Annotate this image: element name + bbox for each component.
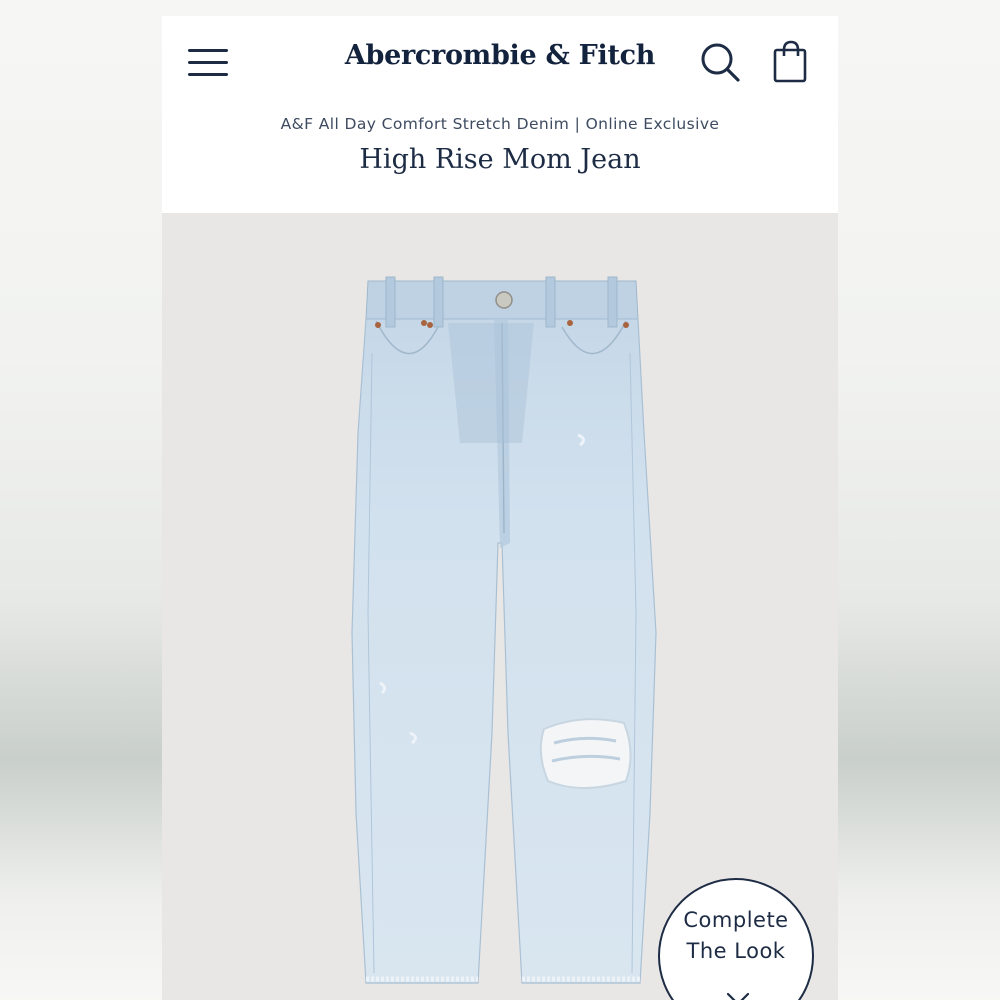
chevron-down-icon <box>726 992 750 1000</box>
product-title: High Rise Mom Jean <box>359 144 641 175</box>
search-icon[interactable] <box>696 38 744 86</box>
product-collection-subtitle: A&F All Day Comfort Stretch Denim | Onli… <box>280 115 720 133</box>
shopping-bag-icon[interactable] <box>766 38 814 86</box>
complete-look-line2: The Look <box>686 939 786 963</box>
complete-look-line1: Complete <box>683 908 789 932</box>
phone-screen: Abercrombie & Fitch A&F All Day Comfort … <box>162 16 838 1000</box>
brand-logo[interactable]: Abercrombie & Fitch <box>282 40 718 71</box>
jeans-illustration <box>351 276 657 984</box>
hamburger-menu-icon[interactable] <box>186 44 230 80</box>
site-header: Abercrombie & Fitch A&F All Day Comfort … <box>162 16 838 213</box>
